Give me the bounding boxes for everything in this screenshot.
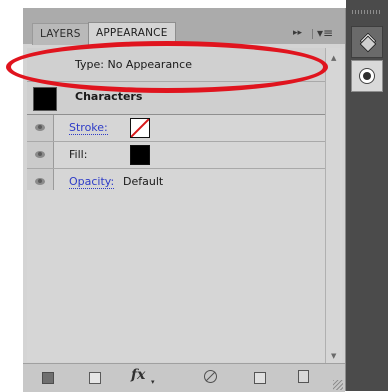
panel-menu-icon[interactable]: ▾≡ [317,26,333,40]
stroke-visibility-toggle[interactable] [27,115,54,141]
panel-tab-bar: LAYERS APPEARANCE ▸▸ ▾≡ [23,8,345,45]
appearance-circle-icon [359,68,375,84]
opacity-link[interactable]: Opacity: [69,175,115,189]
stroke-row[interactable]: Stroke: [27,115,325,142]
resize-grip-icon[interactable] [333,380,343,390]
panel-bottom-toolbar: fx ▾ [23,363,345,392]
appearance-list-empty-area [27,190,325,362]
delete-item-icon[interactable] [298,370,309,383]
fill-label: Fill: [69,148,88,161]
eye-icon [35,178,45,185]
scroll-down-arrow[interactable]: ▼ [331,352,336,360]
dock-grip-icon[interactable] [352,10,382,14]
stroke-link[interactable]: Stroke: [69,121,108,135]
duplicate-item-icon[interactable] [254,372,266,384]
stroke-swatch-none[interactable] [130,118,150,138]
fill-visibility-toggle[interactable] [27,142,54,168]
appearance-dock-button[interactable] [351,60,383,92]
red-highlight-ellipse [6,41,328,93]
characters-swatch [33,87,57,111]
panel-scrollbar[interactable]: ▲ ▼ [325,48,342,364]
new-art-basic-appearance-icon[interactable] [42,372,54,384]
tab-layers[interactable]: LAYERS [32,23,89,45]
fx-icon[interactable]: fx [131,367,145,383]
add-new-stroke-icon[interactable] [89,372,101,384]
tab-bar-divider [312,29,313,39]
opacity-value: Default [123,175,164,188]
collapse-panel-icon[interactable]: ▸▸ [293,28,302,38]
side-dock [346,0,388,391]
layers-dock-button[interactable] [351,26,383,58]
scroll-up-arrow[interactable]: ▲ [331,54,336,62]
fill-row[interactable]: Fill: [27,142,325,169]
eye-icon [35,151,45,158]
fx-menu-caret-icon[interactable]: ▾ [151,378,155,386]
top-margin [0,0,388,8]
fill-swatch[interactable] [130,145,150,165]
layers-stack-icon [360,35,374,49]
eye-icon [35,124,45,131]
clear-appearance-icon[interactable] [204,370,217,383]
